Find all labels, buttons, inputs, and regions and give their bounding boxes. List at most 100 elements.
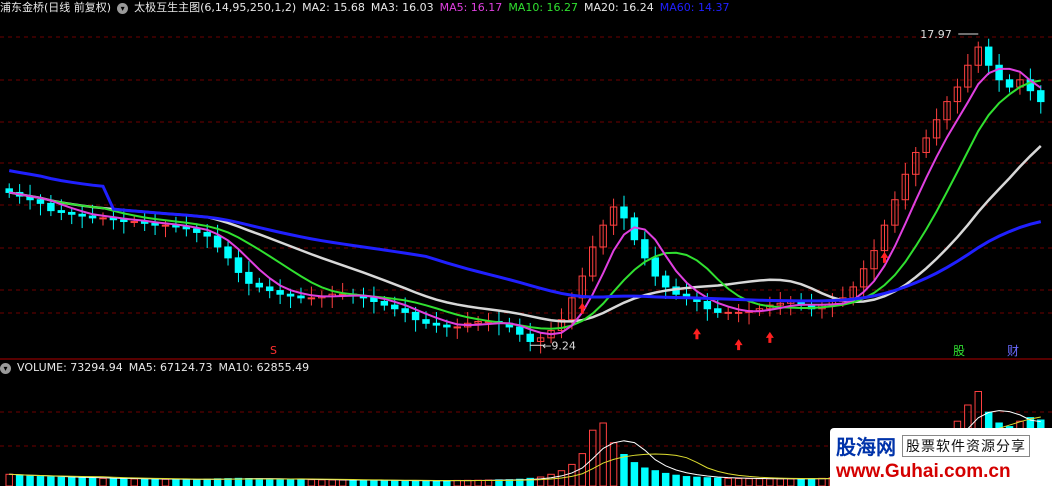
candle-body	[516, 326, 524, 335]
volume-bar	[401, 480, 409, 486]
watermark-url: www.Guhai.com.cn	[836, 461, 1011, 482]
candle-body	[432, 322, 441, 326]
candle-body	[1005, 79, 1014, 88]
candle-body	[193, 228, 201, 233]
candle-body	[47, 202, 55, 212]
volume-bar	[432, 480, 441, 486]
watermark-slogan: 股票软件资源分享	[902, 434, 1030, 457]
volume-bar	[359, 479, 368, 486]
candle-body	[161, 224, 170, 227]
volume-bar	[641, 467, 649, 486]
volume-bar	[568, 463, 576, 486]
candle-body	[213, 235, 222, 248]
candle-body	[245, 271, 253, 284]
stock-chart[interactable]: 17.97 ←9.24 S 股 财	[0, 0, 1052, 486]
volume-bar	[130, 478, 138, 486]
volume-bar	[651, 470, 659, 486]
volume-bar	[182, 479, 191, 486]
watermark-logo: 股海网	[836, 435, 896, 459]
candle-body	[526, 333, 534, 342]
volume-bar	[578, 453, 587, 486]
candle-body	[78, 213, 86, 217]
candle-body	[203, 231, 211, 237]
volume-bar	[443, 480, 451, 486]
volume-bar	[734, 478, 743, 486]
candle-body	[36, 199, 45, 204]
volume-bar	[391, 480, 399, 486]
volume-bar	[786, 478, 795, 486]
candle-body	[130, 221, 138, 224]
volume-bar	[78, 477, 86, 486]
volume-bar	[349, 479, 357, 486]
volume-bar	[255, 478, 264, 486]
volume-bar	[172, 478, 180, 486]
low-label: ←9.24	[542, 339, 576, 352]
ma20-line	[8, 145, 1042, 323]
volume-bar	[797, 478, 805, 486]
volume-bar	[57, 476, 66, 486]
candle-body	[370, 297, 378, 302]
volume-bar	[453, 479, 462, 486]
volume-bar	[120, 478, 128, 486]
volume-bar	[224, 478, 232, 486]
candle-body	[380, 300, 389, 306]
volume-bar	[151, 478, 159, 486]
volume-bar	[15, 474, 24, 486]
candle-body	[1037, 90, 1045, 103]
volume-bar	[703, 477, 712, 486]
volume-bar	[318, 479, 326, 486]
volume-bar	[276, 478, 284, 486]
candle-body	[443, 324, 451, 328]
buy-arrow-icon	[692, 328, 701, 340]
volume-bar	[88, 477, 97, 486]
volume-bar	[307, 479, 316, 486]
candle-body	[401, 308, 409, 313]
volume-bar	[26, 475, 34, 486]
volume-bar	[630, 462, 639, 486]
volume-bar	[463, 479, 472, 486]
watermark: 股海网 股票软件资源分享 www.Guhai.com.cn	[830, 428, 1052, 486]
buy-arrow-icon	[765, 331, 774, 343]
candle-body	[661, 275, 670, 288]
candle-body	[651, 257, 659, 277]
volume-bar	[599, 422, 607, 486]
candle-body	[391, 304, 399, 310]
candle-body	[453, 326, 462, 329]
candle-body	[255, 282, 264, 288]
candle-body	[297, 295, 305, 299]
volume-bar	[422, 480, 430, 486]
ma60-line	[8, 169, 1042, 303]
volume-bar	[193, 479, 201, 486]
high-label: 17.97	[920, 28, 952, 41]
candle-body	[995, 64, 1003, 81]
volume-bar	[620, 454, 628, 486]
volume-bar	[36, 476, 45, 486]
candle-body	[703, 300, 712, 310]
volume-bar	[47, 476, 55, 486]
candle-body	[620, 206, 628, 219]
volume-bar	[547, 473, 555, 486]
candle-body	[307, 297, 316, 300]
candle-body	[422, 319, 430, 324]
volume-bar	[370, 479, 378, 486]
volume-bar	[213, 478, 222, 486]
volume-bar	[682, 476, 691, 486]
candle-body	[234, 257, 243, 273]
marker-s: S	[270, 344, 277, 357]
volume-bar	[474, 479, 482, 486]
volume-bar	[724, 477, 732, 486]
buy-arrow-icon	[734, 339, 743, 351]
candle-body	[641, 239, 649, 259]
candle-body	[88, 215, 97, 219]
buy-arrow-icon	[578, 302, 587, 314]
candle-body	[984, 46, 993, 66]
candle-body	[411, 311, 420, 321]
volume-bar	[411, 480, 420, 486]
volume-bar	[766, 478, 774, 486]
volume-bar	[661, 472, 670, 486]
candle-body	[276, 290, 284, 295]
volume-bar	[807, 478, 816, 486]
volume-bar	[286, 478, 295, 486]
candle-body	[224, 246, 232, 259]
marker-fin: 财	[1007, 344, 1019, 358]
